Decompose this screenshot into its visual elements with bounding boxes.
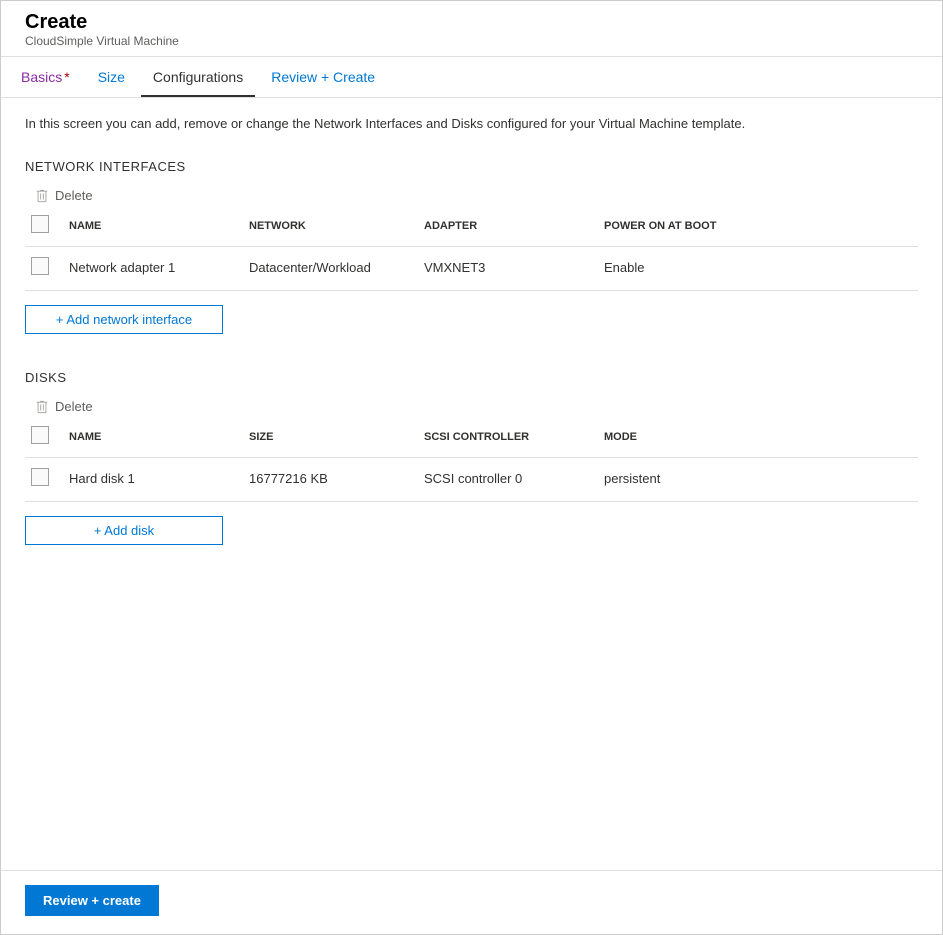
tab-basics[interactable]: Basics*: [9, 57, 82, 97]
modified-indicator: *: [64, 69, 69, 85]
network-col-network: NETWORK: [241, 215, 416, 247]
network-interfaces-section: NETWORK INTERFACES Delete NAME NETWORK A…: [25, 159, 918, 334]
disks-row-size: 16777216 KB: [241, 458, 416, 502]
page-footer: Review + create: [1, 870, 942, 934]
page-description: In this screen you can add, remove or ch…: [25, 116, 918, 131]
disks-col-mode: MODE: [596, 426, 918, 458]
disks-delete-button[interactable]: Delete: [55, 399, 93, 414]
network-col-adapter: ADAPTER: [416, 215, 596, 247]
network-row-name: Network adapter 1: [61, 247, 241, 291]
network-row-network: Datacenter/Workload: [241, 247, 416, 291]
select-all-checkbox[interactable]: [31, 426, 49, 444]
network-delete-button[interactable]: Delete: [55, 188, 93, 203]
network-row-poweron: Enable: [596, 247, 918, 291]
row-checkbox[interactable]: [31, 257, 49, 275]
tab-basics-label: Basics: [21, 69, 62, 85]
disks-col-scsi: SCSI CONTROLLER: [416, 426, 596, 458]
disks-col-name: NAME: [61, 426, 241, 458]
disks-row-name: Hard disk 1: [61, 458, 241, 502]
network-col-select: [25, 215, 61, 247]
trash-icon: [35, 400, 49, 414]
table-row[interactable]: Network adapter 1 Datacenter/Workload VM…: [25, 247, 918, 291]
page-header: Create CloudSimple Virtual Machine: [1, 1, 942, 57]
tab-size[interactable]: Size: [86, 57, 137, 97]
trash-icon: [35, 189, 49, 203]
page-title: Create: [25, 11, 918, 34]
disks-row-scsi: SCSI controller 0: [416, 458, 596, 502]
table-row[interactable]: Hard disk 1 16777216 KB SCSI controller …: [25, 458, 918, 502]
content-area: In this screen you can add, remove or ch…: [1, 98, 942, 870]
disks-toolbar: Delete: [25, 399, 918, 414]
disks-table: NAME SIZE SCSI CONTROLLER MODE Hard disk…: [25, 426, 918, 502]
network-interfaces-table: NAME NETWORK ADAPTER POWER ON AT BOOT Ne…: [25, 215, 918, 291]
network-col-poweron: POWER ON AT BOOT: [596, 215, 918, 247]
disks-title: DISKS: [25, 370, 918, 385]
disks-col-size: SIZE: [241, 426, 416, 458]
network-col-name: NAME: [61, 215, 241, 247]
select-all-checkbox[interactable]: [31, 215, 49, 233]
network-interfaces-title: NETWORK INTERFACES: [25, 159, 918, 174]
tab-configurations[interactable]: Configurations: [141, 57, 255, 97]
tabs-bar: Basics* Size Configurations Review + Cre…: [1, 57, 942, 98]
add-disk-button[interactable]: + Add disk: [25, 516, 223, 545]
disks-col-select: [25, 426, 61, 458]
tab-review-create[interactable]: Review + Create: [259, 57, 387, 97]
page-subtitle: CloudSimple Virtual Machine: [25, 34, 918, 48]
disks-section: DISKS Delete NAME SIZE SCSI CONTROLLER M…: [25, 370, 918, 545]
row-checkbox[interactable]: [31, 468, 49, 486]
network-interfaces-toolbar: Delete: [25, 188, 918, 203]
disks-row-mode: persistent: [596, 458, 918, 502]
add-network-interface-button[interactable]: + Add network interface: [25, 305, 223, 334]
review-create-button[interactable]: Review + create: [25, 885, 159, 916]
network-row-adapter: VMXNET3: [416, 247, 596, 291]
